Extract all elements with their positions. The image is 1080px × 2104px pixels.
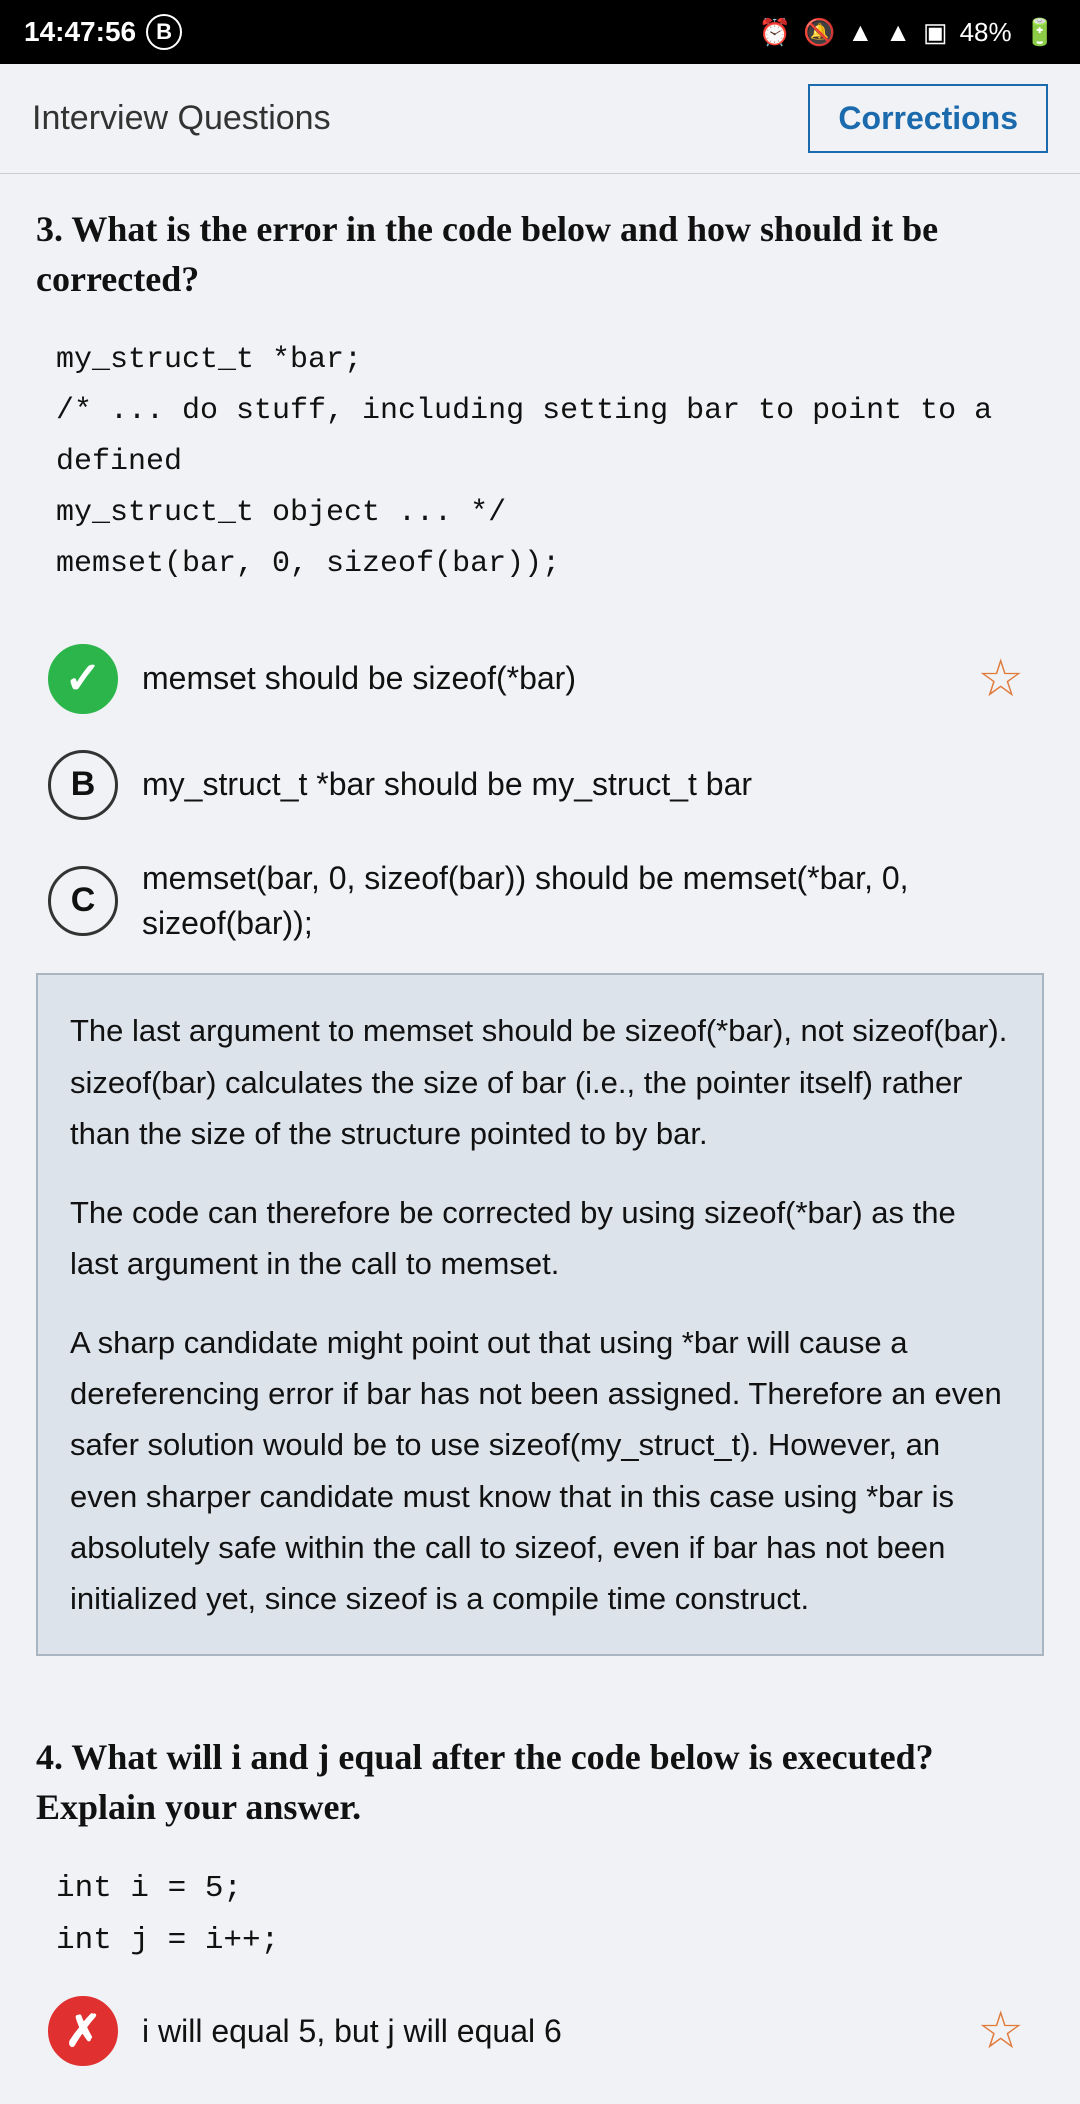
explanation-p1: The last argument to memset should be si…	[70, 1005, 1010, 1158]
answer-text-q4-a: i will equal 5, but j will equal 6	[142, 2009, 1032, 2054]
app-header: Interview Questions Corrections	[0, 64, 1080, 174]
status-left: 14:47:56 B	[24, 14, 182, 50]
answer-icon-a: ✓	[48, 644, 118, 714]
battery-icon: 🔋	[1024, 17, 1056, 48]
question4-section: 4. What will i and j equal after the cod…	[0, 1696, 1080, 2104]
answer-options: ✓ memset should be sizeof(*bar) ☆ B my_s…	[36, 626, 1044, 964]
answer-icon-c: C	[48, 866, 118, 936]
network-icon: ▲	[885, 17, 911, 48]
explanation-box: The last argument to memset should be si…	[36, 973, 1044, 1656]
code-line-2: /* ... do stuff, including setting bar t…	[56, 386, 1044, 488]
answer-text-b: my_struct_t *bar should be my_struct_t b…	[142, 762, 1032, 807]
answer-icon-b: B	[48, 750, 118, 820]
code-line-1: my_struct_t *bar;	[56, 335, 1044, 386]
main-content: 3. What is the error in the code below a…	[0, 174, 1080, 1696]
code-line-4: memset(bar, 0, sizeof(bar));	[56, 539, 1044, 590]
answer-row-b[interactable]: B my_struct_t *bar should be my_struct_t…	[36, 732, 1044, 838]
battery-text: 48%	[960, 17, 1012, 48]
answer-text-c: memset(bar, 0, sizeof(bar)) should be me…	[142, 856, 1032, 946]
question3-title: 3. What is the error in the code below a…	[36, 204, 1044, 305]
explanation-p2: The code can therefore be corrected by u…	[70, 1187, 1010, 1289]
star-icon-q4[interactable]: ☆	[977, 2001, 1024, 2061]
answer-text-a: memset should be sizeof(*bar)	[142, 656, 1032, 701]
question3-code: my_struct_t *bar; /* ... do stuff, inclu…	[56, 335, 1044, 590]
answer-row-q4-a[interactable]: ✗ i will equal 5, but j will equal 6 ☆	[36, 1978, 1044, 2084]
corrections-button[interactable]: Corrections	[808, 84, 1048, 153]
status-time: 14:47:56	[24, 16, 136, 48]
code-line-3: my_struct_t object ... */	[56, 488, 1044, 539]
sim-icon: ▣	[923, 17, 948, 48]
answer-icon-q4-a: ✗	[48, 1996, 118, 2066]
star-icon[interactable]: ☆	[977, 649, 1024, 709]
answer-row-c[interactable]: C memset(bar, 0, sizeof(bar)) should be …	[36, 838, 1044, 964]
q4-code-line-2: int j = i++;	[56, 1915, 1044, 1968]
bell-mute-icon: 🔕	[803, 17, 835, 48]
answer-row-a[interactable]: ✓ memset should be sizeof(*bar) ☆	[36, 626, 1044, 732]
question4-title: 4. What will i and j equal after the cod…	[36, 1732, 1044, 1833]
x-mark-icon: ✗	[65, 2006, 102, 2057]
question4-code: int i = 5; int j = i++;	[56, 1863, 1044, 1968]
status-b-icon: B	[146, 14, 182, 50]
q4-code-line-1: int i = 5;	[56, 1863, 1044, 1916]
signal-icon: ▲	[848, 17, 874, 48]
status-bar: 14:47:56 B ⏰ 🔕 ▲ ▲ ▣ 48% 🔋	[0, 0, 1080, 64]
status-right: ⏰ 🔕 ▲ ▲ ▣ 48% 🔋	[759, 17, 1056, 48]
checkmark-icon: ✓	[65, 653, 102, 704]
header-title: Interview Questions	[32, 99, 331, 138]
alarm-icon: ⏰	[759, 17, 791, 48]
explanation-p3: A sharp candidate might point out that u…	[70, 1317, 1010, 1624]
